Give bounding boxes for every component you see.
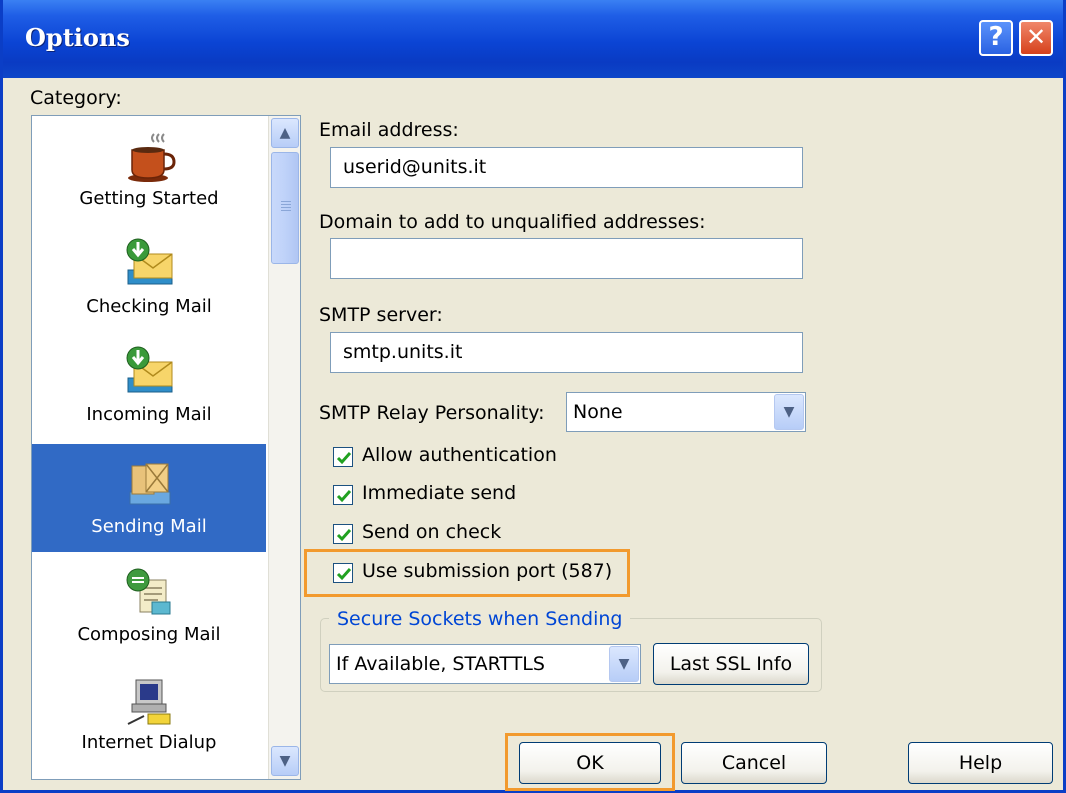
scroll-down-button[interactable]: ▼ (271, 746, 299, 776)
scroll-thumb[interactable] (271, 152, 299, 264)
category-item-internet-dialup[interactable]: Internet Dialup (32, 660, 266, 768)
cancel-button[interactable]: Cancel (681, 742, 827, 784)
ssl-mode-select[interactable]: If Available, STARTTLS ▼ (329, 644, 641, 684)
check-icon (333, 447, 353, 467)
category-label-composing-mail: Composing Mail (77, 624, 221, 645)
category-list[interactable]: Getting Started Checking Mail Incoming M… (31, 115, 301, 780)
dialup-computer-icon (127, 679, 171, 725)
category-item-incoming-mail[interactable]: Incoming Mail (32, 332, 266, 440)
ok-button-highlight (505, 733, 675, 791)
relay-personality-value: None (573, 401, 623, 423)
category-item-composing-mail[interactable]: Composing Mail (32, 552, 266, 660)
last-ssl-info-button[interactable]: Last SSL Info (653, 643, 809, 685)
chevron-down-icon[interactable]: ▼ (609, 646, 639, 682)
smtp-server-field[interactable]: smtp.units.it (330, 332, 803, 373)
check-icon (333, 485, 353, 505)
window-title: Options (25, 23, 130, 52)
email-label: Email address: (319, 119, 459, 141)
submission-port-highlight (304, 549, 630, 597)
category-item-getting-started[interactable]: Getting Started (32, 116, 266, 224)
category-scrollbar[interactable]: ▲ ▼ (268, 116, 300, 779)
incoming-mail-icon (126, 346, 173, 393)
options-dialog: Options ? ✕ Category: Getting Started Ch… (0, 0, 1066, 793)
grip-icon (281, 201, 291, 211)
category-item-sending-mail[interactable]: Sending Mail (32, 444, 266, 552)
download-mail-icon (126, 238, 173, 285)
category-label-internet-dialup: Internet Dialup (81, 732, 217, 753)
help-button[interactable]: Help (908, 742, 1053, 784)
immediate-send-label: Immediate send (362, 482, 517, 504)
category-label-checking-mail: Checking Mail (86, 296, 212, 317)
send-on-check-label: Send on check (362, 521, 502, 543)
close-button[interactable]: ✕ (1019, 20, 1053, 56)
help-title-button[interactable]: ? (979, 20, 1013, 56)
category-item-checking-mail[interactable]: Checking Mail (32, 224, 266, 332)
coffee-cup-icon (128, 133, 176, 182)
scroll-up-button[interactable]: ▲ (271, 118, 299, 148)
category-label: Category: (30, 87, 122, 109)
smtp-server-label: SMTP server: (319, 304, 443, 326)
ssl-group-title: Secure Sockets when Sending (329, 608, 631, 630)
category-label-getting-started: Getting Started (79, 188, 219, 209)
compose-mail-icon (126, 568, 171, 615)
relay-personality-select[interactable]: None ▼ (566, 392, 806, 432)
allow-authentication-label: Allow authentication (362, 444, 557, 466)
relay-personality-label: SMTP Relay Personality: (319, 402, 545, 424)
category-label-sending-mail: Sending Mail (91, 516, 207, 537)
email-field[interactable]: userid@units.it (330, 147, 803, 188)
check-icon (333, 524, 353, 544)
domain-label: Domain to add to unqualified addresses: (319, 211, 706, 233)
domain-field[interactable] (330, 238, 803, 279)
chevron-down-icon[interactable]: ▼ (774, 394, 804, 430)
sending-mail-icon (129, 463, 171, 505)
ssl-mode-value: If Available, STARTTLS (336, 653, 545, 675)
category-label-incoming-mail: Incoming Mail (86, 404, 212, 425)
title-bar[interactable]: Options ? ✕ (3, 0, 1063, 78)
